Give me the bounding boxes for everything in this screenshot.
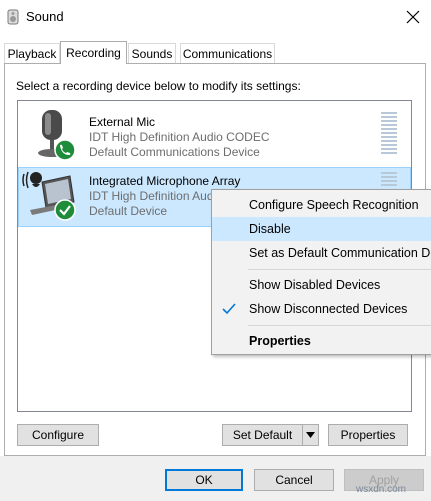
menu-item-properties[interactable]: Properties: [212, 329, 431, 353]
menu-separator: [248, 325, 431, 326]
checkmark-icon: [222, 303, 236, 315]
properties-button[interactable]: Properties: [328, 424, 408, 446]
level-meter: [381, 172, 397, 188]
speaker-icon: [7, 9, 19, 25]
device-driver: IDT High Definition Audio CODEC: [89, 130, 270, 144]
close-icon: [406, 10, 420, 24]
device-name: Integrated Microphone Array: [89, 174, 241, 188]
level-meter: [381, 112, 397, 156]
phone-badge-icon: [54, 139, 76, 161]
cancel-button[interactable]: Cancel: [254, 469, 334, 491]
title-bar: [0, 0, 431, 34]
window-title: Sound: [26, 9, 64, 24]
ok-button[interactable]: OK: [165, 469, 243, 491]
close-button[interactable]: [398, 4, 428, 30]
watermark: wsxdn.com: [356, 484, 407, 495]
menu-item-show-disabled[interactable]: Show Disabled Devices: [212, 273, 431, 297]
chevron-down-icon: [306, 432, 315, 438]
device-status: Default Device: [89, 204, 168, 218]
checkmark-badge-icon: [54, 199, 76, 221]
instruction-text: Select a recording device below to modif…: [16, 79, 301, 93]
menu-separator: [248, 269, 431, 270]
tab-sounds[interactable]: Sounds: [128, 43, 176, 63]
set-default-dropdown[interactable]: [302, 424, 319, 446]
set-default-button[interactable]: Set Default: [222, 424, 302, 446]
menu-item-configure-speech[interactable]: Configure Speech Recognition: [212, 193, 431, 217]
tab-recording[interactable]: Recording: [60, 41, 127, 64]
device-status: Default Communications Device: [89, 145, 260, 159]
tab-communications[interactable]: Communications: [180, 43, 275, 63]
tab-playback[interactable]: Playback: [4, 43, 60, 63]
menu-item-set-default-communication[interactable]: Set as Default Communication Device: [212, 241, 431, 265]
device-name: External Mic: [89, 115, 156, 129]
context-menu: Configure Speech Recognition Disable Set…: [211, 189, 431, 355]
menu-item-show-disconnected[interactable]: Show Disconnected Devices: [212, 297, 431, 321]
device-driver: IDT High Definition Audio: [89, 189, 223, 203]
configure-button[interactable]: Configure: [17, 424, 99, 446]
menu-item-disable[interactable]: Disable: [212, 217, 431, 241]
